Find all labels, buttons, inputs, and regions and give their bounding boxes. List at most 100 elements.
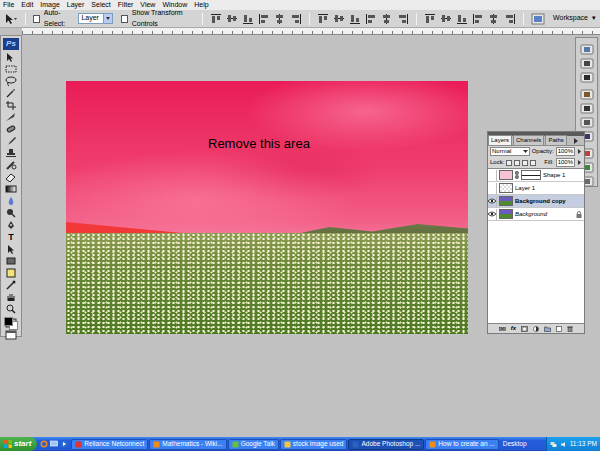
- visibility-toggle[interactable]: [488, 196, 497, 207]
- browser-icon[interactable]: [40, 440, 48, 448]
- transform-controls-checkbox[interactable]: [121, 15, 128, 23]
- magic-wand-icon[interactable]: [4, 88, 18, 98]
- dodge-tool-icon[interactable]: [4, 208, 18, 218]
- taskbar-button[interactable]: How to create an ...: [425, 439, 498, 450]
- menu-item[interactable]: Select: [91, 0, 110, 10]
- dropdown-arrow-icon[interactable]: [103, 14, 112, 23]
- panel-menu-icon[interactable]: [572, 137, 580, 145]
- new-layer-icon[interactable]: [556, 326, 562, 332]
- distribute-4-icon[interactable]: [488, 13, 500, 25]
- auto-select-checkbox[interactable]: [33, 15, 40, 23]
- zoom-tool-icon[interactable]: [4, 304, 18, 314]
- pen-tool-icon[interactable]: [4, 220, 18, 230]
- type-tool-icon[interactable]: T: [4, 232, 18, 242]
- shape-tool-icon[interactable]: [4, 256, 18, 266]
- distribute-3-icon[interactable]: [365, 13, 377, 25]
- layer-name[interactable]: Background copy: [515, 197, 566, 206]
- menu-item[interactable]: Help: [194, 0, 208, 10]
- hand-tool-icon[interactable]: [4, 292, 18, 302]
- menu-item[interactable]: File: [3, 0, 14, 10]
- menu-item[interactable]: Layer: [67, 0, 85, 10]
- distribute-4-icon[interactable]: [381, 13, 393, 25]
- eye-icon[interactable]: [488, 198, 496, 204]
- panel-tab[interactable]: Layers: [488, 135, 512, 145]
- brushes-icon[interactable]: [580, 103, 594, 114]
- eraser-tool-icon[interactable]: [4, 172, 18, 182]
- brush-tool-icon[interactable]: [4, 136, 18, 146]
- menu-item[interactable]: Edit: [21, 0, 33, 10]
- taskbar-button[interactable]: Adobe Photoshop ...: [348, 439, 424, 450]
- menu-item[interactable]: Window: [162, 0, 187, 10]
- align-3-icon[interactable]: [258, 13, 270, 25]
- gradient-tool-icon[interactable]: [4, 184, 18, 194]
- panel-tab[interactable]: Channels: [513, 135, 544, 145]
- layer-name[interactable]: Layer 1: [515, 184, 535, 193]
- navigator-icon[interactable]: [580, 44, 594, 55]
- notes-tool-icon[interactable]: [4, 268, 18, 278]
- network-icon[interactable]: [550, 441, 557, 448]
- visibility-toggle[interactable]: [488, 183, 497, 194]
- mask-icon[interactable]: [521, 326, 528, 332]
- distribute-3-icon[interactable]: [472, 13, 484, 25]
- menu-item[interactable]: Image: [40, 0, 59, 10]
- layer-name[interactable]: Background: [515, 210, 547, 219]
- tools-preset-icon[interactable]: [580, 89, 594, 100]
- lock-position-icon[interactable]: [522, 160, 528, 166]
- history-icon[interactable]: [580, 117, 594, 128]
- blur-tool-icon[interactable]: [4, 196, 18, 206]
- opacity-arrow-icon[interactable]: [577, 149, 582, 154]
- dropdown-arrow-icon[interactable]: [523, 149, 528, 154]
- distribute-1-icon[interactable]: [440, 13, 452, 25]
- align-4-icon[interactable]: [274, 13, 286, 25]
- trash-icon[interactable]: [567, 326, 573, 332]
- lasso-tool-icon[interactable]: [4, 76, 18, 86]
- path-selection-icon[interactable]: [4, 244, 18, 254]
- crop-tool-icon[interactable]: [4, 100, 18, 110]
- taskbar-button[interactable]: Reliance Netconnect: [71, 439, 148, 450]
- layer-row[interactable]: Layer 1: [488, 182, 584, 195]
- photoshop-logo[interactable]: Ps: [3, 38, 19, 50]
- marquee-tool-icon[interactable]: [4, 64, 18, 74]
- desktop-toolbar[interactable]: Desktop: [500, 439, 530, 449]
- desktop-icon[interactable]: [50, 440, 58, 448]
- adjustment-layer-icon[interactable]: [533, 326, 539, 332]
- history-brush-icon[interactable]: [4, 160, 18, 170]
- eye-icon[interactable]: [488, 211, 496, 217]
- align-0-icon[interactable]: [210, 13, 222, 25]
- fill-field[interactable]: 100%: [556, 158, 575, 167]
- link-layers-icon[interactable]: [499, 326, 506, 332]
- bridge-icon[interactable]: [531, 13, 545, 25]
- visibility-toggle[interactable]: [488, 209, 497, 220]
- distribute-2-icon[interactable]: [456, 13, 468, 25]
- align-2-icon[interactable]: [242, 13, 254, 25]
- menu-item[interactable]: View: [140, 0, 155, 10]
- menu-item[interactable]: Filter: [118, 0, 134, 10]
- eyedropper-icon[interactable]: [4, 280, 18, 290]
- taskbar-button[interactable]: Mathematics - Wiki...: [149, 439, 226, 450]
- lock-transparency-icon[interactable]: [506, 160, 512, 166]
- blend-mode-dropdown[interactable]: Normal: [490, 147, 530, 156]
- info-icon[interactable]: [580, 72, 594, 83]
- lock-all-icon[interactable]: [530, 160, 536, 166]
- distribute-1-icon[interactable]: [333, 13, 345, 25]
- panel-tab[interactable]: Paths: [545, 135, 566, 145]
- layer-name[interactable]: Shape 1: [543, 171, 565, 180]
- histogram-icon[interactable]: [580, 58, 594, 69]
- align-5-icon[interactable]: [290, 13, 302, 25]
- screen-mode-icon[interactable]: [4, 330, 18, 340]
- distribute-5-icon[interactable]: [397, 13, 409, 25]
- move-tool-icon[interactable]: [4, 13, 18, 25]
- workspace-button[interactable]: Workspace▾: [549, 13, 596, 24]
- distribute-2-icon[interactable]: [349, 13, 361, 25]
- layer-row[interactable]: Background copy: [488, 195, 584, 208]
- clone-stamp-icon[interactable]: [4, 148, 18, 158]
- distribute-0-icon[interactable]: [424, 13, 436, 25]
- auto-select-dropdown[interactable]: Layer: [78, 13, 113, 24]
- lock-pixels-icon[interactable]: [514, 160, 520, 166]
- start-button[interactable]: start: [0, 437, 37, 451]
- opacity-field[interactable]: 100%: [556, 147, 575, 156]
- distribute-5-icon[interactable]: [504, 13, 516, 25]
- volume-icon[interactable]: [560, 441, 567, 448]
- align-1-icon[interactable]: [226, 13, 238, 25]
- taskbar-button[interactable]: stock image used: [280, 439, 348, 450]
